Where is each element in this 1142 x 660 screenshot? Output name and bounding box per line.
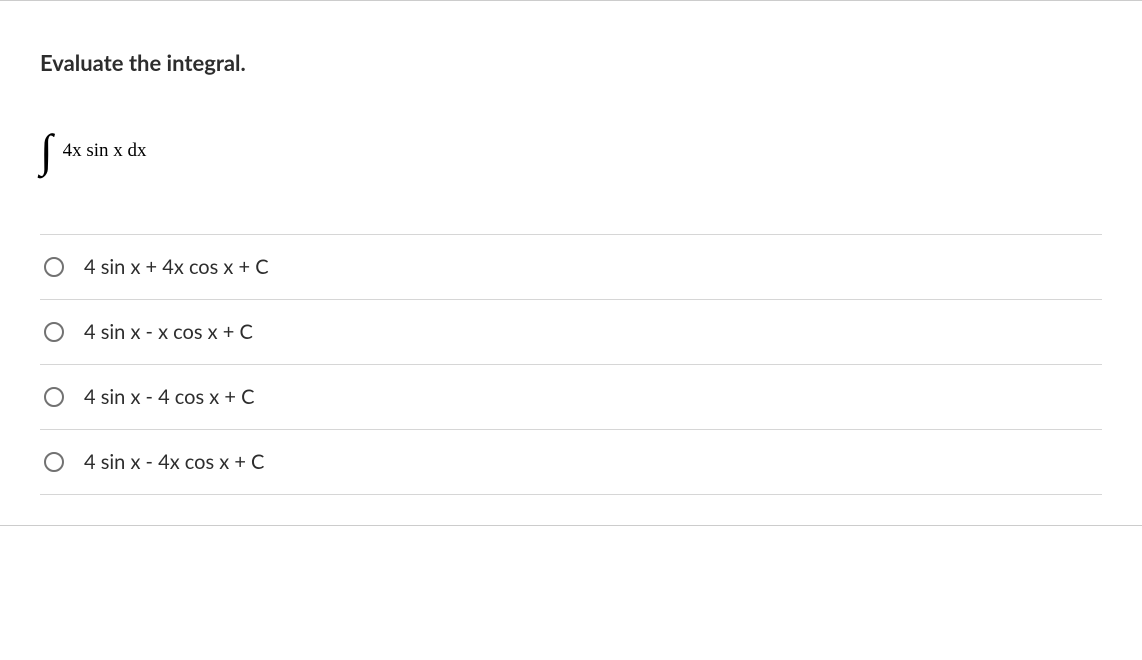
radio-icon[interactable] [44,452,64,472]
option-label: 4 sin x - 4x cos x + C [84,450,264,474]
question-prompt: Evaluate the integral. [0,1,1142,96]
option-row[interactable]: 4 sin x - x cos x + C [40,299,1102,364]
integral-body: 4x sin x dx [63,140,147,162]
option-label: 4 sin x + 4x cos x + C [84,255,269,279]
option-label: 4 sin x - x cos x + C [84,320,253,344]
option-row[interactable]: 4 sin x - 4 cos x + C [40,364,1102,429]
option-row[interactable]: 4 sin x + 4x cos x + C [40,234,1102,299]
radio-icon[interactable] [44,322,64,342]
radio-icon[interactable] [44,387,64,407]
radio-icon[interactable] [44,257,64,277]
integral-icon: ∫ [40,128,53,174]
question-container: Evaluate the integral. ∫ 4x sin x dx 4 s… [0,0,1142,526]
option-row[interactable]: 4 sin x - 4x cos x + C [40,429,1102,495]
options-list: 4 sin x + 4x cos x + C 4 sin x - x cos x… [0,234,1142,525]
integral-expression: ∫ 4x sin x dx [0,96,1142,234]
option-label: 4 sin x - 4 cos x + C [84,385,254,409]
